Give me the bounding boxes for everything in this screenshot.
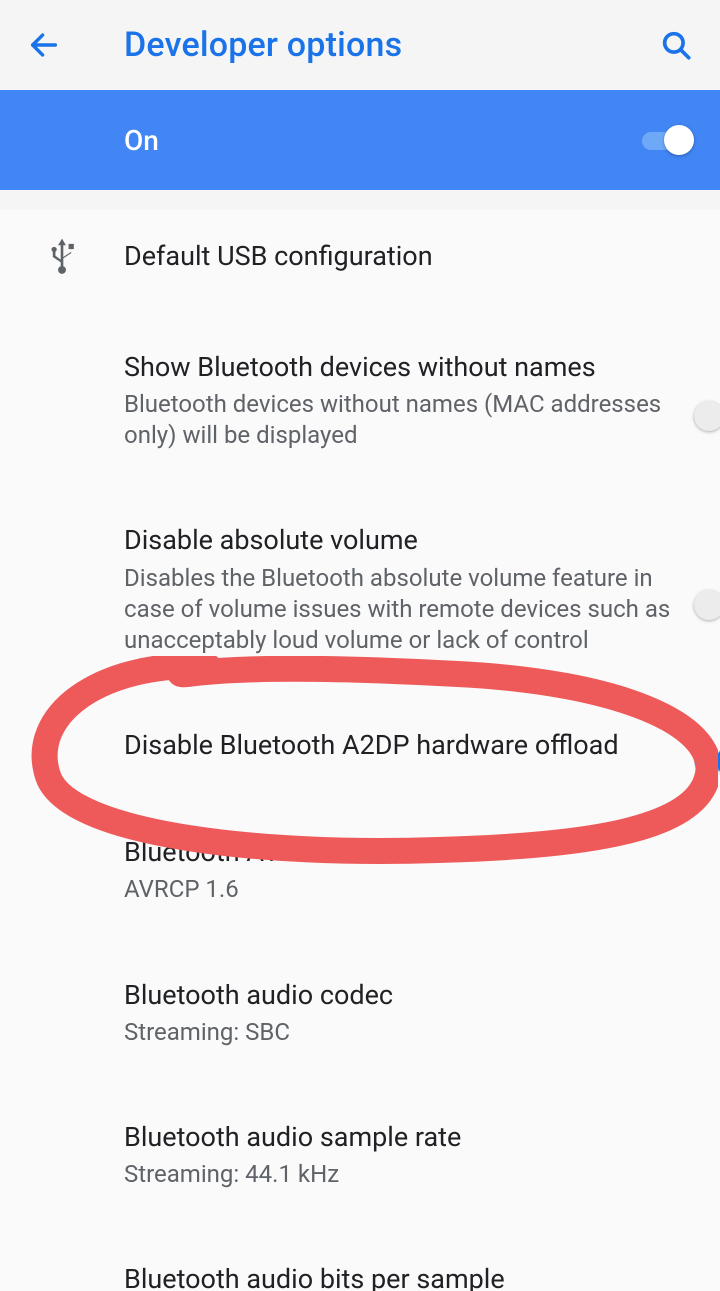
setting-bt-bits[interactable]: Bluetooth audio bits per sample (0, 1236, 720, 1291)
master-switch-label: On (124, 124, 159, 157)
app-bar: Developer options (0, 0, 720, 90)
arrow-left-icon (27, 28, 61, 62)
master-switch-row[interactable]: On (0, 90, 720, 190)
toggle-thumb (694, 590, 720, 620)
setting-subtitle: Streaming: 44.1 kHz (124, 1159, 674, 1190)
setting-bt-abs-vol[interactable]: Disable absolute volume Disables the Blu… (0, 497, 720, 682)
page-title: Developer options (66, 25, 654, 65)
setting-subtitle: Bluetooth devices without names (MAC add… (124, 389, 674, 451)
setting-usb-config[interactable]: Default USB configuration (0, 210, 720, 304)
setting-bt-codec[interactable]: Bluetooth audio codec Streaming: SBC (0, 952, 720, 1074)
back-button[interactable] (22, 23, 66, 67)
search-button[interactable] (654, 23, 698, 67)
setting-title: Bluetooth audio bits per sample (124, 1262, 674, 1291)
toggle-thumb (716, 746, 720, 776)
setting-bt-sample-rate[interactable]: Bluetooth audio sample rate Streaming: 4… (0, 1094, 720, 1216)
setting-title: Bluetooth audio sample rate (124, 1120, 674, 1155)
settings-list: Default USB configuration Show Bluetooth… (0, 210, 720, 1291)
setting-subtitle: Disables the Bluetooth absolute volume f… (124, 563, 674, 657)
toggle-thumb (664, 125, 694, 155)
setting-title: Disable absolute volume (124, 523, 674, 558)
toggle-thumb (694, 401, 720, 431)
setting-bt-a2dp-offload[interactable]: Disable Bluetooth A2DP hardware offload (0, 702, 720, 789)
setting-title: Bluetooth audio codec (124, 978, 674, 1013)
setting-title: Default USB configuration (124, 239, 674, 274)
search-icon (659, 28, 693, 62)
setting-title: Show Bluetooth devices without names (124, 350, 674, 385)
setting-bt-avrcp[interactable]: Bluetooth AVRCP version AVRCP 1.6 (0, 809, 720, 931)
master-switch-toggle[interactable] (642, 125, 694, 155)
setting-title: Disable Bluetooth A2DP hardware offload (124, 728, 674, 763)
setting-title: Bluetooth AVRCP version (124, 835, 674, 870)
setting-subtitle: Streaming: SBC (124, 1017, 674, 1048)
usb-icon (45, 236, 79, 278)
setting-subtitle: AVRCP 1.6 (124, 874, 674, 905)
setting-bt-no-names[interactable]: Show Bluetooth devices without names Blu… (0, 324, 720, 477)
